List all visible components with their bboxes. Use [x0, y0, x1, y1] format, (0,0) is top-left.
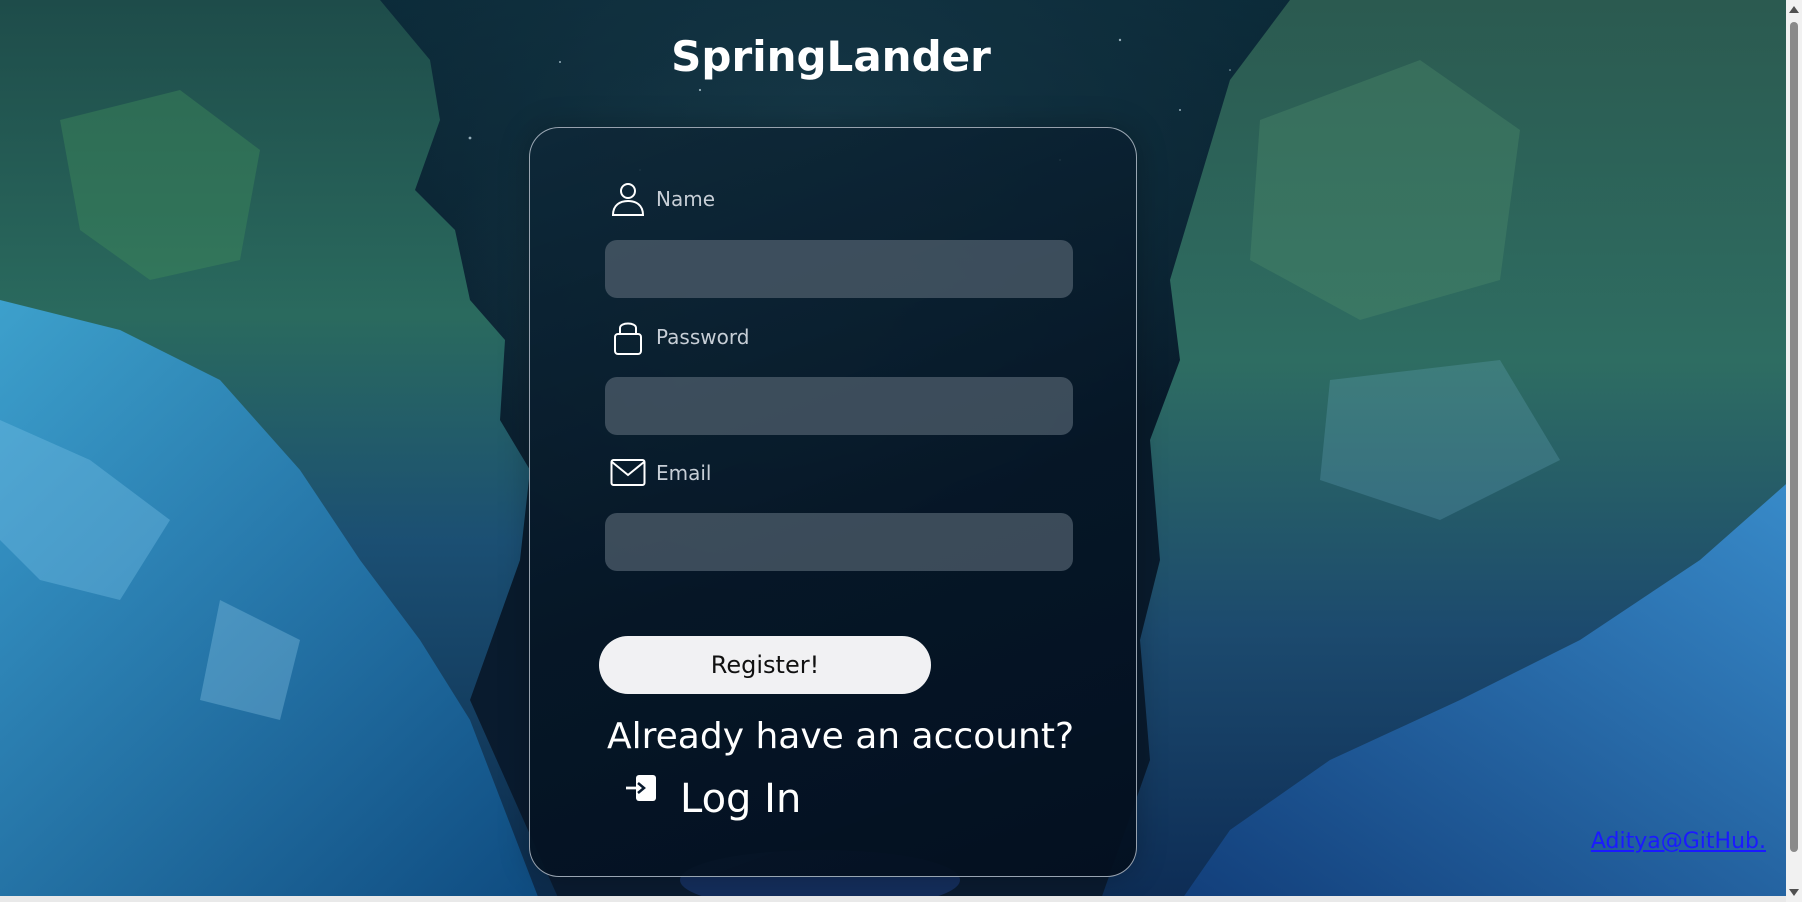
mail-icon	[610, 455, 646, 491]
login-arrow-icon	[624, 773, 658, 807]
email-label-text: Email	[656, 461, 712, 485]
name-label-text: Name	[656, 187, 716, 211]
name-input[interactable]	[605, 240, 1073, 298]
user-icon	[610, 181, 646, 217]
password-label-text: Password	[656, 325, 750, 349]
page: SpringLander Name Password Email Registe…	[0, 0, 1802, 902]
name-field-label: Name	[610, 181, 715, 217]
login-link[interactable]: Log In	[624, 773, 802, 822]
bottom-edge	[0, 896, 1786, 902]
register-button[interactable]: Register!	[599, 636, 931, 694]
password-input[interactable]	[605, 377, 1073, 435]
vertical-scrollbar[interactable]	[1786, 0, 1802, 902]
scroll-down-arrow-icon[interactable]	[1789, 889, 1799, 896]
github-link[interactable]: Aditya@GitHub.	[1591, 829, 1766, 854]
email-input[interactable]	[605, 513, 1073, 571]
already-have-account-text: Already have an account?	[607, 716, 1075, 757]
app-title: SpringLander	[671, 32, 991, 81]
login-link-label: Log In	[680, 776, 802, 822]
scroll-up-arrow-icon[interactable]	[1789, 6, 1799, 13]
register-card: Name Password Email Register! Already ha…	[529, 127, 1137, 877]
password-field-label: Password	[610, 319, 749, 355]
scrollbar-thumb[interactable]	[1790, 22, 1798, 852]
email-field-label: Email	[610, 455, 712, 491]
lock-icon	[610, 319, 646, 355]
